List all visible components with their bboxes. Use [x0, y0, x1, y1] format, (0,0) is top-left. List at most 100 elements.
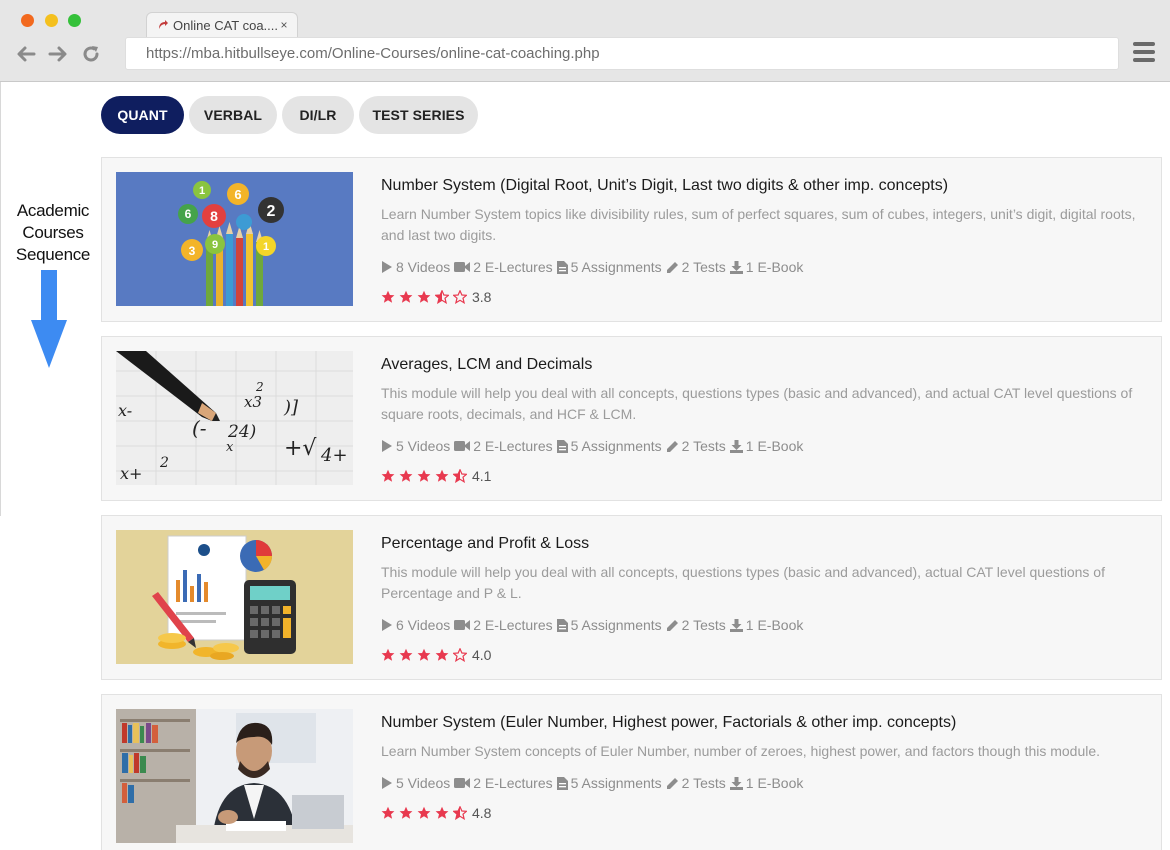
- favicon-icon: [157, 19, 169, 31]
- play-icon: [382, 440, 392, 452]
- course-rating: 4.1: [381, 467, 1151, 485]
- star-filled-icon: [381, 648, 395, 661]
- course-thumbnail-pencil-math[interactable]: x- x3 )] (- 24) x +√ 4+ x+ 2 2: [116, 351, 353, 485]
- forward-arrow-icon[interactable]: [46, 42, 70, 66]
- star-filled-icon: [381, 290, 395, 303]
- annotation-line-3: Sequence: [15, 245, 91, 264]
- video-camera-icon: [454, 778, 471, 788]
- course-title[interactable]: Number System (Digital Root, Unit’s Digi…: [381, 176, 1151, 196]
- play-icon: [382, 777, 392, 789]
- document-icon: [556, 776, 568, 790]
- star-half-icon: [453, 469, 467, 483]
- tab-quant[interactable]: QUANT: [101, 96, 184, 134]
- star-filled-icon: [399, 648, 413, 661]
- pencil-icon: [666, 619, 678, 631]
- svg-text:)]: )]: [283, 397, 299, 418]
- tab-close-icon[interactable]: ×: [277, 18, 291, 32]
- rating-stars: [381, 648, 471, 662]
- svg-text:4+: 4+: [320, 445, 348, 466]
- rating-value: 4.8: [472, 805, 492, 821]
- svg-text:6: 6: [185, 207, 192, 221]
- tests-count: 2 Tests: [681, 259, 726, 275]
- svg-text:x3: x3: [244, 393, 262, 411]
- tab-title: Online CAT coa....: [173, 17, 277, 33]
- course-meta: 8 Videos 2 E-Lectures 5 Assignments 2 Te…: [381, 258, 1151, 276]
- category-tabs: QUANT VERBAL DI/LR TEST SERIES: [101, 96, 483, 134]
- svg-text:6: 6: [234, 187, 241, 202]
- browser-toolbar: Online CAT coa.... × https://mba.hitbull…: [0, 0, 1170, 82]
- course-card[interactable]: Number System (Euler Number, Highest pow…: [101, 694, 1162, 850]
- pencil-icon: [666, 777, 678, 789]
- download-icon: [729, 776, 743, 790]
- ebook-count: 1 E-Book: [745, 259, 804, 275]
- star-filled-icon: [399, 469, 413, 482]
- url-text: https://mba.hitbullseye.com/Online-Cours…: [146, 45, 600, 62]
- annotation-line-2: Courses: [22, 223, 84, 242]
- course-rating: 4.0: [381, 646, 1151, 664]
- svg-text:(-: (-: [192, 416, 207, 440]
- svg-text:8: 8: [210, 208, 218, 224]
- star-filled-icon: [417, 648, 431, 661]
- svg-text:24): 24): [227, 422, 256, 442]
- download-icon: [729, 439, 743, 453]
- star-filled-icon: [435, 648, 449, 661]
- document-icon: [556, 439, 568, 453]
- rating-stars: [381, 806, 471, 820]
- pencil-icon: [666, 440, 678, 452]
- play-icon: [382, 619, 392, 631]
- course-thumbnail-calculator[interactable]: [116, 530, 353, 664]
- video-camera-icon: [454, 441, 471, 451]
- svg-text:1: 1: [263, 241, 269, 253]
- window-minimize-button[interactable]: [45, 14, 58, 27]
- browser-tab[interactable]: Online CAT coa.... ×: [146, 12, 298, 37]
- course-description: This module will help you deal with all …: [381, 385, 1133, 422]
- course-description: Learn Number System topics like divisibi…: [381, 206, 1136, 243]
- svg-text:x: x: [226, 440, 234, 455]
- tab-test-series[interactable]: TEST SERIES: [359, 96, 478, 134]
- star-half-icon: [435, 290, 449, 304]
- star-filled-icon: [417, 290, 431, 303]
- star-half-icon: [453, 806, 467, 820]
- star-filled-icon: [399, 806, 413, 819]
- lectures-count: 2 E-Lectures: [473, 617, 553, 633]
- window-maximize-button[interactable]: [68, 14, 81, 27]
- address-bar[interactable]: https://mba.hitbullseye.com/Online-Cours…: [125, 37, 1119, 70]
- rating-value: 3.8: [472, 289, 492, 305]
- window-close-button[interactable]: [21, 14, 34, 27]
- svg-text:+√: +√: [284, 436, 317, 461]
- down-arrow-icon: [31, 270, 67, 368]
- side-divider: [0, 82, 1, 516]
- star-filled-icon: [417, 469, 431, 482]
- course-title[interactable]: Averages, LCM and Decimals: [381, 355, 1151, 375]
- lectures-count: 2 E-Lectures: [473, 259, 553, 275]
- ebook-count: 1 E-Book: [745, 617, 804, 633]
- tab-verbal[interactable]: VERBAL: [189, 96, 277, 134]
- pencil-icon: [666, 261, 678, 273]
- sequence-annotation: Academic Courses Sequence: [8, 200, 98, 266]
- rating-value: 4.1: [472, 468, 492, 484]
- course-thumbnail-student[interactable]: [116, 709, 353, 843]
- download-icon: [729, 260, 743, 274]
- course-thumbnail-numbers[interactable]: 1 6 8 6 2 3 9 1: [116, 172, 353, 306]
- document-icon: [556, 260, 568, 274]
- tests-count: 2 Tests: [681, 775, 726, 791]
- course-rating: 4.8: [381, 804, 1151, 822]
- tab-dilr[interactable]: DI/LR: [282, 96, 354, 134]
- star-filled-icon: [399, 290, 413, 303]
- svg-text:9: 9: [212, 239, 218, 251]
- course-card[interactable]: x- x3 )] (- 24) x +√ 4+ x+ 2 2 Averages,…: [101, 336, 1162, 501]
- reload-icon[interactable]: [79, 42, 103, 66]
- assignments-count: 5 Assignments: [570, 775, 662, 791]
- assignments-count: 5 Assignments: [570, 438, 662, 454]
- browser-menu-icon[interactable]: [1133, 42, 1157, 66]
- course-card[interactable]: 1 6 8 6 2 3 9 1 Number System (Digital R…: [101, 157, 1162, 322]
- course-meta: 6 Videos 2 E-Lectures 5 Assignments 2 Te…: [381, 616, 1151, 634]
- course-title[interactable]: Percentage and Profit & Loss: [381, 534, 1151, 554]
- svg-text:3: 3: [189, 244, 196, 258]
- ebook-count: 1 E-Book: [745, 775, 804, 791]
- course-card[interactable]: Percentage and Profit & Loss This module…: [101, 515, 1162, 680]
- back-arrow-icon[interactable]: [14, 42, 38, 66]
- video-camera-icon: [454, 262, 471, 272]
- course-title[interactable]: Number System (Euler Number, Highest pow…: [381, 713, 1151, 733]
- play-icon: [382, 261, 392, 273]
